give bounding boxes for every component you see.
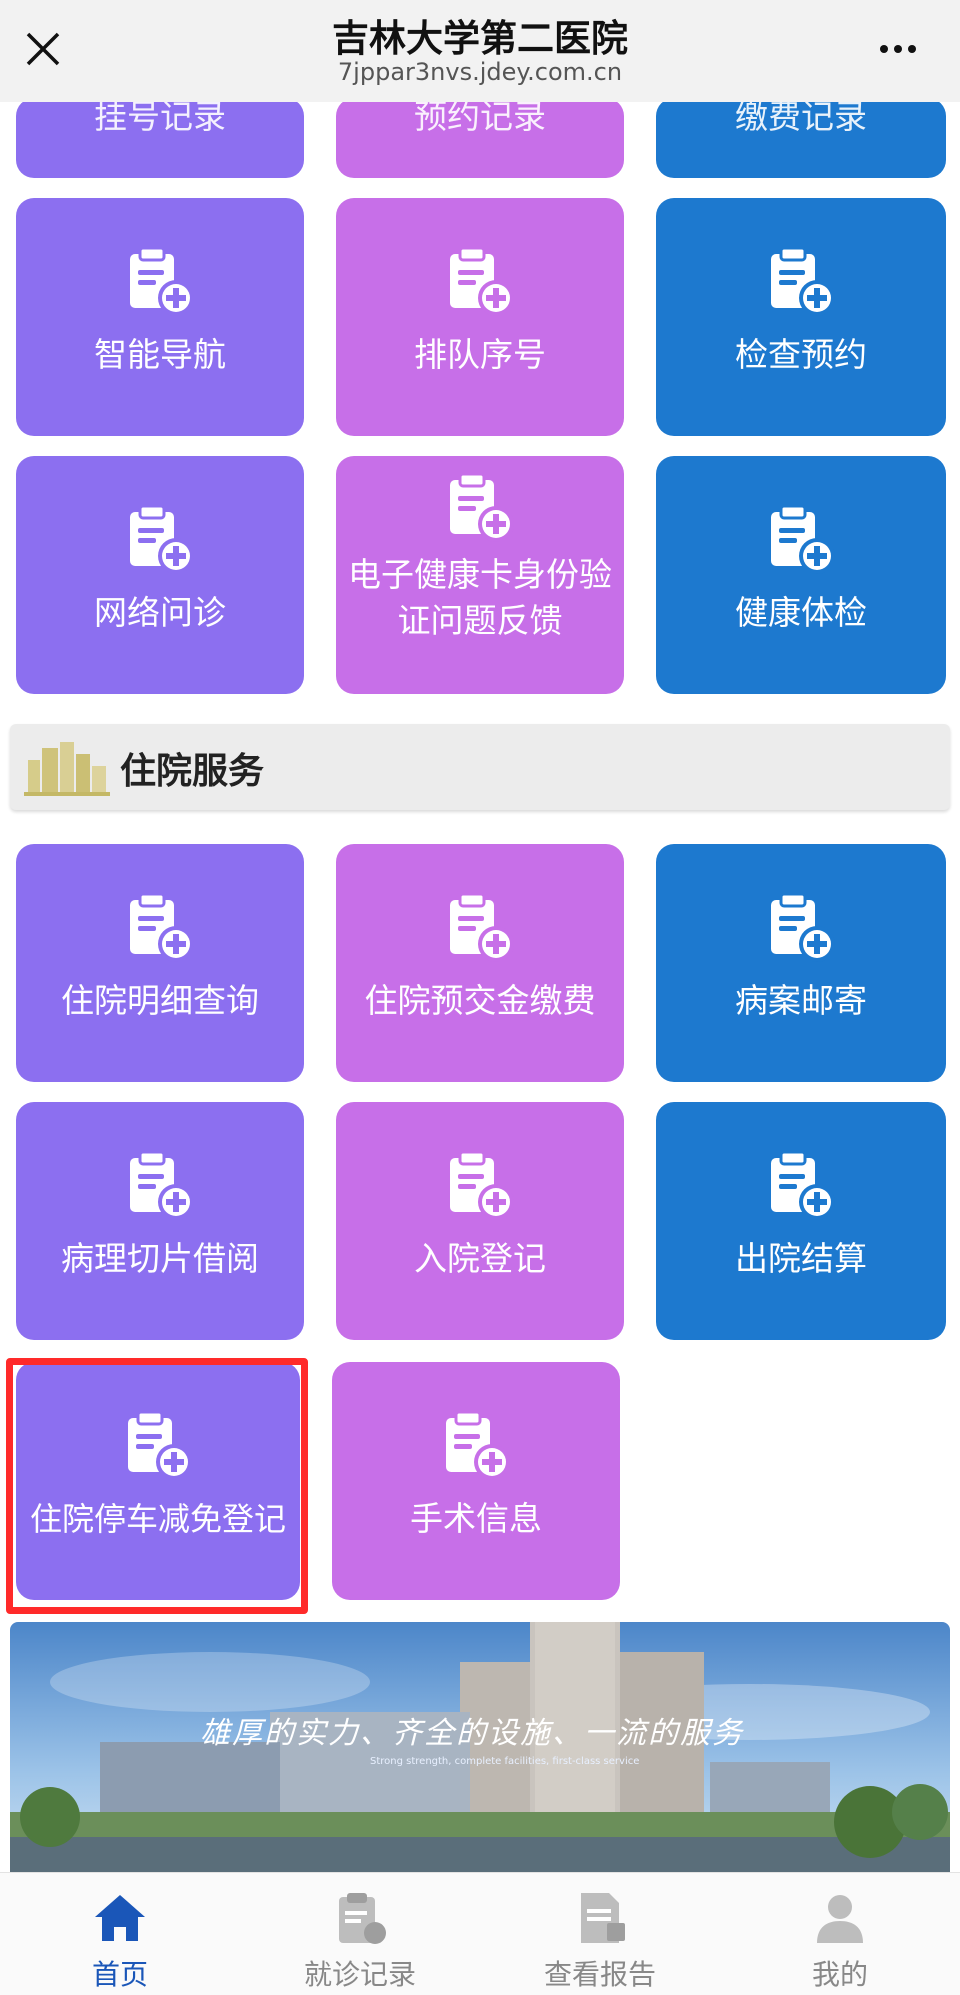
page-title: 吉林大学第二医院 xyxy=(332,17,628,60)
user-icon xyxy=(817,1895,863,1943)
tile-label: 挂号记录 xyxy=(94,98,226,136)
tile-label: 缴费记录 xyxy=(735,98,867,136)
tile-label: 预约记录 xyxy=(414,98,546,136)
tile-label: 电子健康卡身份验证问题反馈 xyxy=(348,555,612,640)
tile-health-checkup[interactable]: 健康体检 xyxy=(656,456,946,694)
hospital-banner[interactable]: 雄厚的实力、齐全的设施、一流的服务 Strong strength, compl… xyxy=(10,1622,950,1872)
tile-payment-record[interactable]: 缴费记录 xyxy=(656,98,946,178)
tile-inpatient-deposit[interactable]: 住院预交金缴费 xyxy=(336,844,624,1082)
tile-label: 住院预交金缴费 xyxy=(364,981,596,1020)
nav-label: 首页 xyxy=(91,1958,148,1991)
tile-smart-navigation[interactable]: 智能导航 xyxy=(16,198,304,436)
browser-top-bar: 吉林大学第二医院 7jppar3nvs.jdey.com.cn xyxy=(0,0,960,102)
nav-home[interactable]: 首页 xyxy=(0,1873,240,1995)
tile-health-card-feedback[interactable]: 电子健康卡身份验证问题反馈 xyxy=(336,456,624,694)
tile-medical-record-mail[interactable]: 病案邮寄 xyxy=(656,844,946,1082)
record-icon xyxy=(339,1893,386,1944)
tile-registration-record[interactable]: 挂号记录 xyxy=(16,98,304,178)
clipboard-plus-icon xyxy=(124,1150,196,1222)
clipboard-plus-icon xyxy=(124,504,196,576)
banner-slogan-english: Strong strength, complete facilities, fi… xyxy=(370,1756,640,1767)
tile-appointment-record[interactable]: 预约记录 xyxy=(336,98,624,178)
tile-exam-booking[interactable]: 检查预约 xyxy=(656,198,946,436)
tile-label: 出院结算 xyxy=(735,1239,867,1278)
clipboard-plus-icon xyxy=(444,472,516,544)
nav-view-reports[interactable]: 查看报告 xyxy=(480,1873,720,1995)
clipboard-plus-icon xyxy=(124,892,196,964)
nav-visit-records[interactable]: 就诊记录 xyxy=(240,1873,480,1995)
tile-inpatient-details[interactable]: 住院明细查询 xyxy=(16,844,304,1082)
tile-surgery-info[interactable]: 手术信息 xyxy=(332,1362,620,1600)
tile-pathology-slide-loan[interactable]: 病理切片借阅 xyxy=(16,1102,304,1340)
clipboard-plus-icon xyxy=(765,504,837,576)
tile-label: 病案邮寄 xyxy=(735,981,867,1020)
section-title: 住院服务 xyxy=(120,751,265,792)
clipboard-plus-icon xyxy=(765,246,837,318)
nav-label: 我的 xyxy=(811,1958,868,1991)
clipboard-plus-icon xyxy=(444,1150,516,1222)
tile-label: 住院明细查询 xyxy=(61,981,259,1020)
tile-label: 网络问诊 xyxy=(94,593,226,632)
report-icon xyxy=(581,1893,625,1943)
tile-queue-number[interactable]: 排队序号 xyxy=(336,198,624,436)
nav-my-account[interactable]: 我的 xyxy=(720,1873,960,1995)
clipboard-plus-icon xyxy=(440,1410,512,1482)
clipboard-plus-icon xyxy=(124,246,196,318)
highlight-box xyxy=(6,1358,308,1614)
clipboard-plus-icon xyxy=(765,892,837,964)
clipboard-plus-icon xyxy=(444,246,516,318)
nav-label: 查看报告 xyxy=(543,1958,656,1991)
tile-label: 排队序号 xyxy=(414,335,546,374)
nav-label: 就诊记录 xyxy=(303,1958,416,1991)
tile-online-consultation[interactable]: 网络问诊 xyxy=(16,456,304,694)
tile-label: 入院登记 xyxy=(414,1239,546,1278)
tile-label: 健康体检 xyxy=(735,593,867,632)
tile-label: 检查预约 xyxy=(735,335,867,374)
home-icon xyxy=(95,1895,145,1941)
hospital-building-icon xyxy=(24,742,110,796)
clipboard-plus-icon xyxy=(444,892,516,964)
more-options-icon[interactable] xyxy=(880,38,924,58)
tile-admission-registration[interactable]: 入院登记 xyxy=(336,1102,624,1340)
tile-label: 病理切片借阅 xyxy=(61,1239,259,1278)
clipboard-plus-icon xyxy=(765,1150,837,1222)
banner-slogan: 雄厚的实力、齐全的设施、一流的服务 xyxy=(200,1716,744,1751)
tile-label: 手术信息 xyxy=(410,1499,542,1538)
tile-discharge-settlement[interactable]: 出院结算 xyxy=(656,1102,946,1340)
bottom-navigation: 首页 就诊记录 查看报告 我的 xyxy=(0,1872,960,1995)
page-url: 7jppar3nvs.jdey.com.cn xyxy=(337,58,623,86)
section-header-inpatient: 住院服务 xyxy=(10,724,950,810)
tile-label: 智能导航 xyxy=(94,335,226,374)
